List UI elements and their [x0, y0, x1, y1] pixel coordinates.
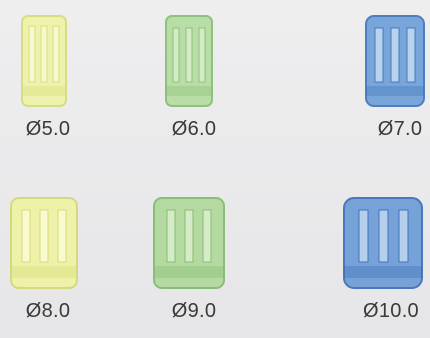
sleeve-10-icon — [343, 197, 423, 289]
sleeve-item[interactable]: Ø7.0 — [340, 12, 430, 141]
sleeve-item[interactable]: Ø5.0 — [0, 12, 99, 141]
size-label: Ø9.0 — [171, 300, 217, 322]
size-label: Ø5.0 — [25, 118, 71, 140]
sleeve-9-icon — [153, 197, 225, 289]
sleeve-7-icon — [365, 15, 425, 107]
size-label: Ø7.0 — [377, 118, 423, 140]
sleeve-6-icon — [165, 15, 213, 107]
sleeve-item[interactable]: Ø10.0 — [328, 194, 430, 323]
sleeve-8-icon — [10, 197, 78, 289]
sleeve-item[interactable]: Ø6.0 — [134, 12, 244, 141]
size-label: Ø8.0 — [25, 300, 71, 322]
sleeve-item[interactable]: Ø9.0 — [134, 194, 244, 323]
sleeve-item[interactable]: Ø8.0 — [0, 194, 99, 323]
size-label: Ø10.0 — [363, 300, 419, 322]
sleeve-5-icon — [21, 15, 67, 107]
size-label: Ø6.0 — [171, 118, 217, 140]
